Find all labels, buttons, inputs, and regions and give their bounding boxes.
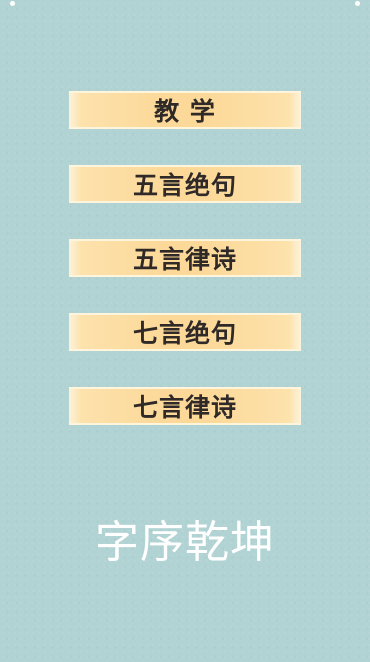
teaching-button[interactable]: 教 学 <box>69 91 301 129</box>
seven-char-quatrain-button[interactable]: 七言绝句 <box>69 313 301 351</box>
status-indicator-icon <box>10 1 15 6</box>
seven-char-quatrain-label: 七言绝句 <box>132 319 237 348</box>
five-char-regulated-verse-label: 五言律诗 <box>132 245 237 274</box>
teaching-button-label: 教 学 <box>154 97 216 126</box>
app-title: 字序乾坤 <box>95 517 275 568</box>
status-indicator-icon <box>355 1 360 6</box>
seven-char-regulated-verse-label: 七言律诗 <box>132 393 237 422</box>
status-bar <box>0 0 370 10</box>
five-char-regulated-verse-button[interactable]: 五言律诗 <box>69 239 301 277</box>
five-char-quatrain-button[interactable]: 五言绝句 <box>69 165 301 203</box>
main-menu: 教 学 五言绝句 五言律诗 七言绝句 七言律诗 <box>69 91 301 425</box>
seven-char-regulated-verse-button[interactable]: 七言律诗 <box>69 387 301 425</box>
five-char-quatrain-label: 五言绝句 <box>132 171 237 200</box>
